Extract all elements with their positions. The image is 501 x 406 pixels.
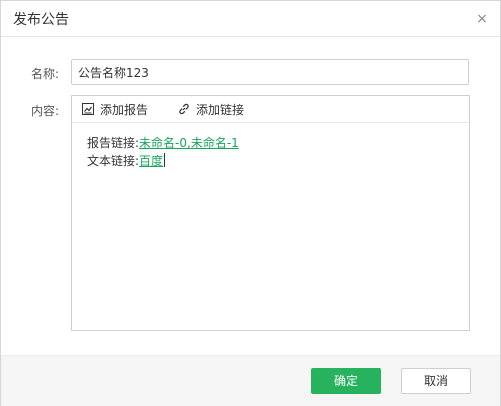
dialog-footer: 确定 取消: [1, 355, 500, 406]
content-editor[interactable]: 添加报告 添加链接 报告链接:未命名-0,未命名-1 文本链接:百度: [71, 95, 470, 331]
report-link[interactable]: 未命名-0: [139, 136, 187, 150]
name-label: 名称:: [31, 67, 60, 81]
link-icon: [179, 103, 189, 115]
name-input[interactable]: [71, 59, 469, 85]
editor-content[interactable]: 报告链接:未命名-0,未命名-1 文本链接:百度: [87, 134, 459, 170]
text-caret: [164, 153, 166, 167]
confirm-button[interactable]: 确定: [311, 368, 381, 394]
close-icon[interactable]: ×: [472, 9, 492, 29]
add-link-button[interactable]: 添加链接: [178, 101, 244, 117]
editor-toolbar: 添加报告 添加链接: [72, 96, 469, 123]
report-icon: [82, 103, 94, 115]
content-label: 内容:: [31, 104, 60, 118]
text-link-row: 文本链接:百度: [87, 152, 459, 170]
report-link-row: 报告链接:未命名-0,未命名-1: [87, 134, 459, 152]
publish-announcement-dialog: 发布公告 × 名称: 内容: 添加报告 添加链接: [0, 0, 501, 406]
text-link-label: 文本链接:: [87, 154, 140, 168]
text-link[interactable]: 百度: [139, 154, 163, 168]
cancel-button[interactable]: 取消: [401, 368, 471, 394]
dialog-title: 发布公告: [13, 12, 69, 28]
add-report-button[interactable]: 添加报告: [82, 101, 148, 117]
add-link-label: 添加链接: [196, 102, 245, 117]
report-link[interactable]: 未命名-1: [191, 136, 239, 150]
dialog-header: 发布公告 ×: [1, 1, 500, 37]
add-report-label: 添加报告: [100, 102, 149, 117]
report-link-label: 报告链接:: [87, 136, 140, 150]
